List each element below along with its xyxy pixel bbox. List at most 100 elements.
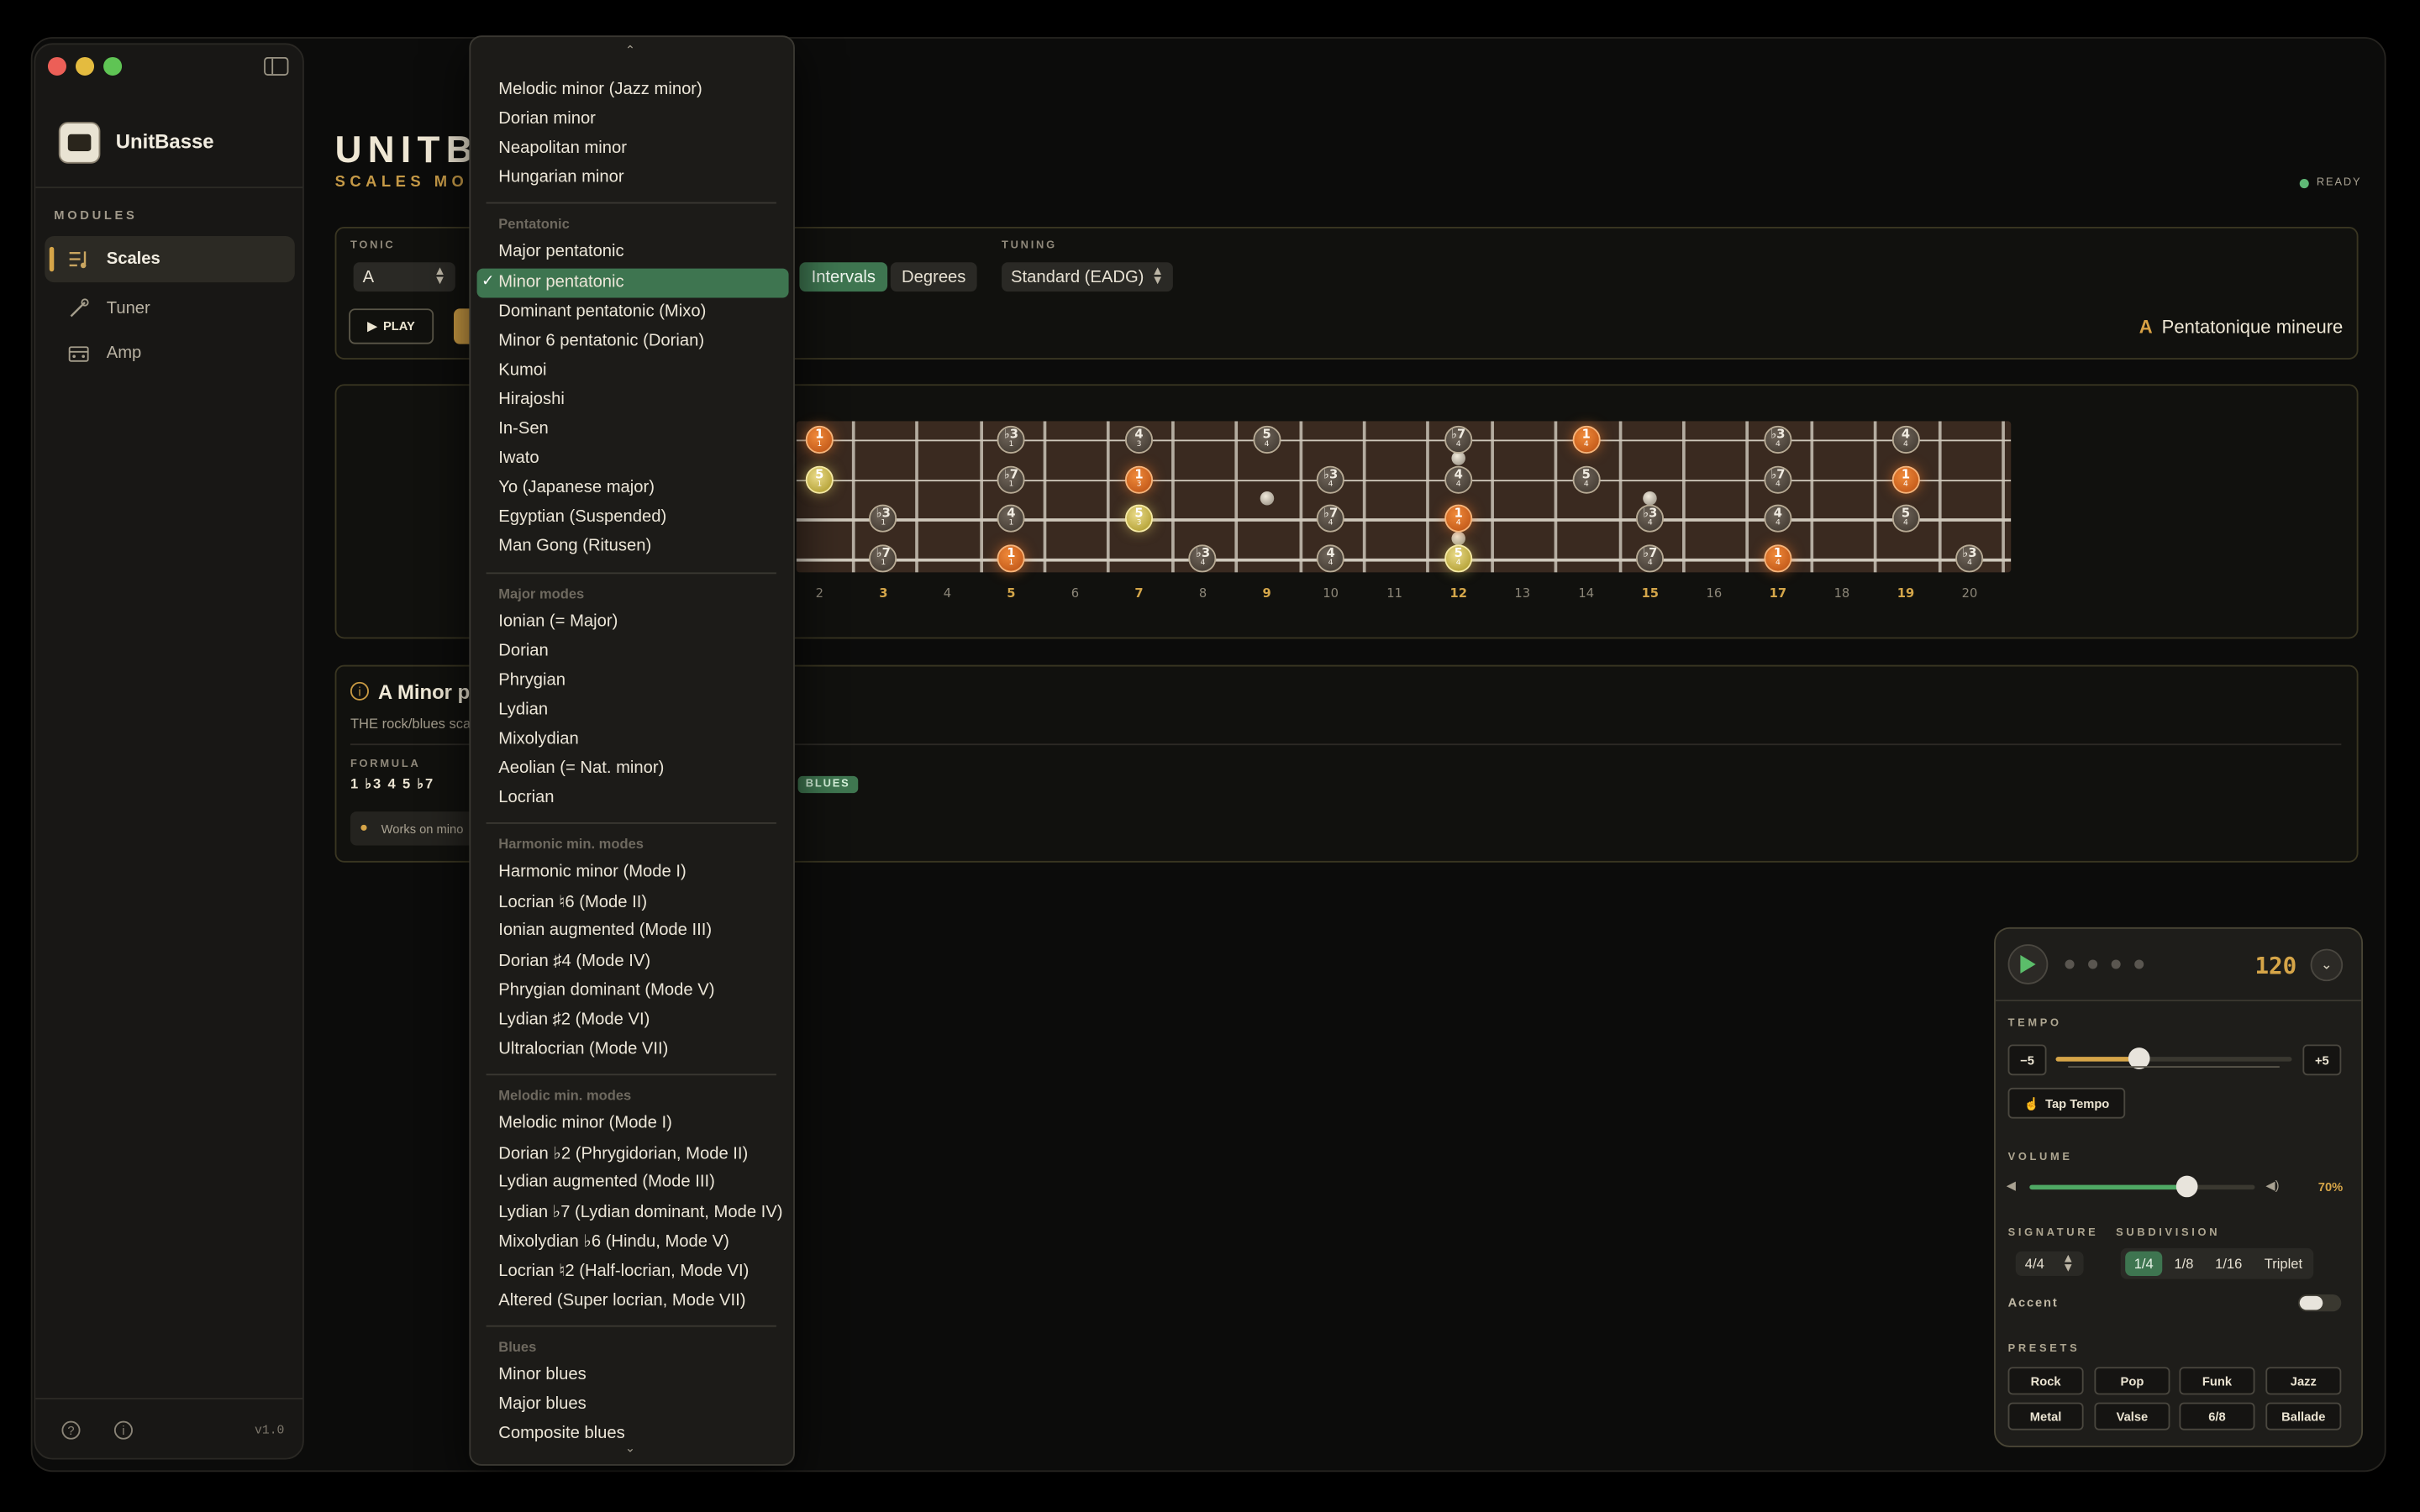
menu-item[interactable]: Aeolian (= Nat. minor) [498,759,664,778]
menu-item[interactable]: Hirajoshi [498,390,565,408]
preset-6-8-button[interactable]: 6/8 [2179,1402,2255,1431]
menu-item[interactable]: Ultralocrian (Mode VII) [498,1040,668,1058]
subdivision-quarter-button[interactable]: 1/4 [2125,1251,2163,1276]
info-icon[interactable]: i [113,1420,133,1440]
fretboard-note[interactable]: 54 [1253,425,1281,454]
fretboard-note[interactable]: 54 [1444,543,1473,572]
menu-item[interactable]: Mixolydian ♭6 (Hindu, Mode V) [498,1231,729,1252]
menu-item[interactable]: Minor blues [498,1365,586,1383]
help-icon[interactable]: ? [61,1420,81,1440]
fretboard-note[interactable]: 54 [1572,465,1601,493]
menu-item[interactable]: Ionian augmented (Mode III) [498,921,712,940]
tempo-slider[interactable] [2055,1047,2292,1069]
preset-pop-button[interactable]: Pop [2094,1367,2170,1395]
menu-item[interactable]: Man Gong (Ritusen) [498,538,651,556]
fretboard-note[interactable]: ♭7 4 [1764,465,1792,493]
scale-dropdown-menu[interactable]: ⌃ ⌄ Melodic minor (Jazz minor) Dorian min… [469,35,795,1466]
tempo-increase-button[interactable]: +5 [2302,1044,2342,1076]
menu-item[interactable]: Dorian ♭2 (Phrygidorian, Mode II) [498,1143,748,1163]
menu-item[interactable]: Altered (Super locrian, Mode VII) [498,1290,745,1309]
menu-item[interactable]: Lydian augmented (Mode III) [498,1173,715,1191]
menu-item[interactable]: Minor pentatonic [498,272,623,291]
scroll-up-icon[interactable]: ⌃ [625,43,635,57]
sidebar-item-amp[interactable]: Amp [45,330,295,376]
fretboard-note[interactable]: 43 [1124,425,1154,454]
menu-item[interactable]: Neapolitan minor [498,139,627,158]
fretboard-note[interactable]: 11 [997,543,1025,572]
menu-item[interactable]: Composite blues [498,1424,624,1442]
preset-funk-button[interactable]: Funk [2179,1367,2255,1395]
fretboard-note[interactable]: 14 [1444,504,1473,533]
menu-item[interactable]: Hungarian minor [498,169,623,187]
menu-item[interactable]: Dominant pentatonic (Mixo) [498,302,706,320]
menu-item[interactable]: Ionian (= Major) [498,612,618,630]
menu-item[interactable]: Lydian ♯2 (Mode VI) [498,1010,650,1028]
menu-item[interactable]: Iwato [498,449,539,468]
menu-item[interactable]: Dorian [498,641,549,659]
fretboard-note[interactable]: 51 [805,465,834,493]
tuning-select[interactable]: Standard (EADG) ▲ ▼ [1002,262,1173,292]
fretboard-note[interactable]: 54 [1891,504,1920,533]
menu-item[interactable]: Dorian ♯4 (Mode IV) [498,951,650,969]
menu-item[interactable]: Melodic minor (Jazz minor) [498,81,702,99]
preset-metal-button[interactable]: Metal [2007,1402,2084,1431]
preset-rock-button[interactable]: Rock [2007,1367,2084,1395]
fretboard-note[interactable]: ♭7 4 [1317,504,1345,533]
tonic-select[interactable]: A ▲ ▼ [353,262,455,292]
fretboard-note[interactable]: ♭3 4 [1764,425,1792,454]
fretboard-note[interactable]: ♭3 1 [997,425,1025,454]
fretboard-note[interactable]: ♭3 1 [869,504,897,533]
menu-item[interactable]: Melodic minor (Mode I) [498,1114,672,1132]
menu-item[interactable]: Phrygian dominant (Mode V) [498,980,714,999]
fretboard-note[interactable]: 13 [1124,465,1154,493]
fretboard-note[interactable]: 11 [805,425,834,454]
sidebar-toggle-icon[interactable] [264,56,289,76]
tap-tempo-button[interactable]: ☝ Tap Tempo [2007,1087,2126,1119]
fretboard-note[interactable]: ♭7 4 [1444,425,1473,454]
menu-item[interactable]: Locrian ♮6 (Mode II) [498,892,647,912]
menu-item[interactable]: Egyptian (Suspended) [498,508,666,527]
view-degrees-button[interactable]: Degrees [890,262,977,292]
signature-select[interactable]: 4/4 ▲ ▼ [2015,1251,2084,1276]
menu-item[interactable]: Major blues [498,1394,586,1413]
subdivision-triplet-button[interactable]: Triplet [2254,1252,2312,1276]
preset-ballade-button[interactable]: Ballade [2265,1402,2342,1431]
fretboard-note[interactable]: 44 [1891,425,1920,454]
menu-item[interactable]: Kumoi [498,360,546,379]
menu-item[interactable]: Mixolydian [498,730,578,748]
preset-valse-button[interactable]: Valse [2094,1402,2170,1431]
fretboard-note[interactable]: 44 [1317,543,1345,572]
volume-slider[interactable] [2029,1175,2255,1198]
metronome-play-button[interactable] [2007,944,2049,984]
close-window-button[interactable] [47,56,66,76]
menu-item[interactable]: Phrygian [498,670,566,689]
fretboard-note[interactable]: ♭7 1 [997,465,1025,493]
zoom-window-button[interactable] [103,56,123,76]
menu-item[interactable]: Dorian minor [498,110,596,129]
menu-item[interactable]: Harmonic minor (Mode I) [498,863,686,881]
fretboard-note[interactable]: 41 [997,504,1025,533]
fretboard-note[interactable]: 53 [1124,504,1154,533]
sidebar-item-tuner[interactable]: Tuner [45,286,295,332]
fretboard-note[interactable]: ♭7 4 [1636,543,1665,572]
menu-item[interactable]: In-Sen [498,420,549,438]
menu-item[interactable]: Yo (Japanese major) [498,479,655,497]
fretboard-note[interactable]: 14 [1764,543,1792,572]
fretboard-note[interactable]: ♭3 4 [1636,504,1665,533]
view-intervals-button[interactable]: Intervals [799,262,888,292]
fretboard-note[interactable]: ♭7 1 [869,543,897,572]
scroll-down-icon[interactable]: ⌄ [625,1441,635,1456]
fretboard-note[interactable]: 44 [1444,465,1473,493]
minimize-window-button[interactable] [75,56,95,76]
play-button[interactable]: ▶ PLAY [349,308,434,344]
accent-toggle[interactable] [2297,1294,2342,1312]
fretboard-note[interactable]: 14 [1891,465,1920,493]
fretboard-note[interactable]: ♭3 4 [1188,543,1218,572]
menu-item[interactable]: Lydian ♭7 (Lydian dominant, Mode IV) [498,1202,782,1222]
menu-item[interactable]: Lydian [498,701,548,719]
fretboard-note[interactable]: 44 [1764,504,1792,533]
subdivision-eighth-button[interactable]: 1/8 [2165,1252,2202,1276]
fretboard-note[interactable]: ♭3 4 [1317,465,1345,493]
preset-jazz-button[interactable]: Jazz [2265,1367,2342,1395]
volume-slider-thumb[interactable] [2176,1175,2198,1198]
